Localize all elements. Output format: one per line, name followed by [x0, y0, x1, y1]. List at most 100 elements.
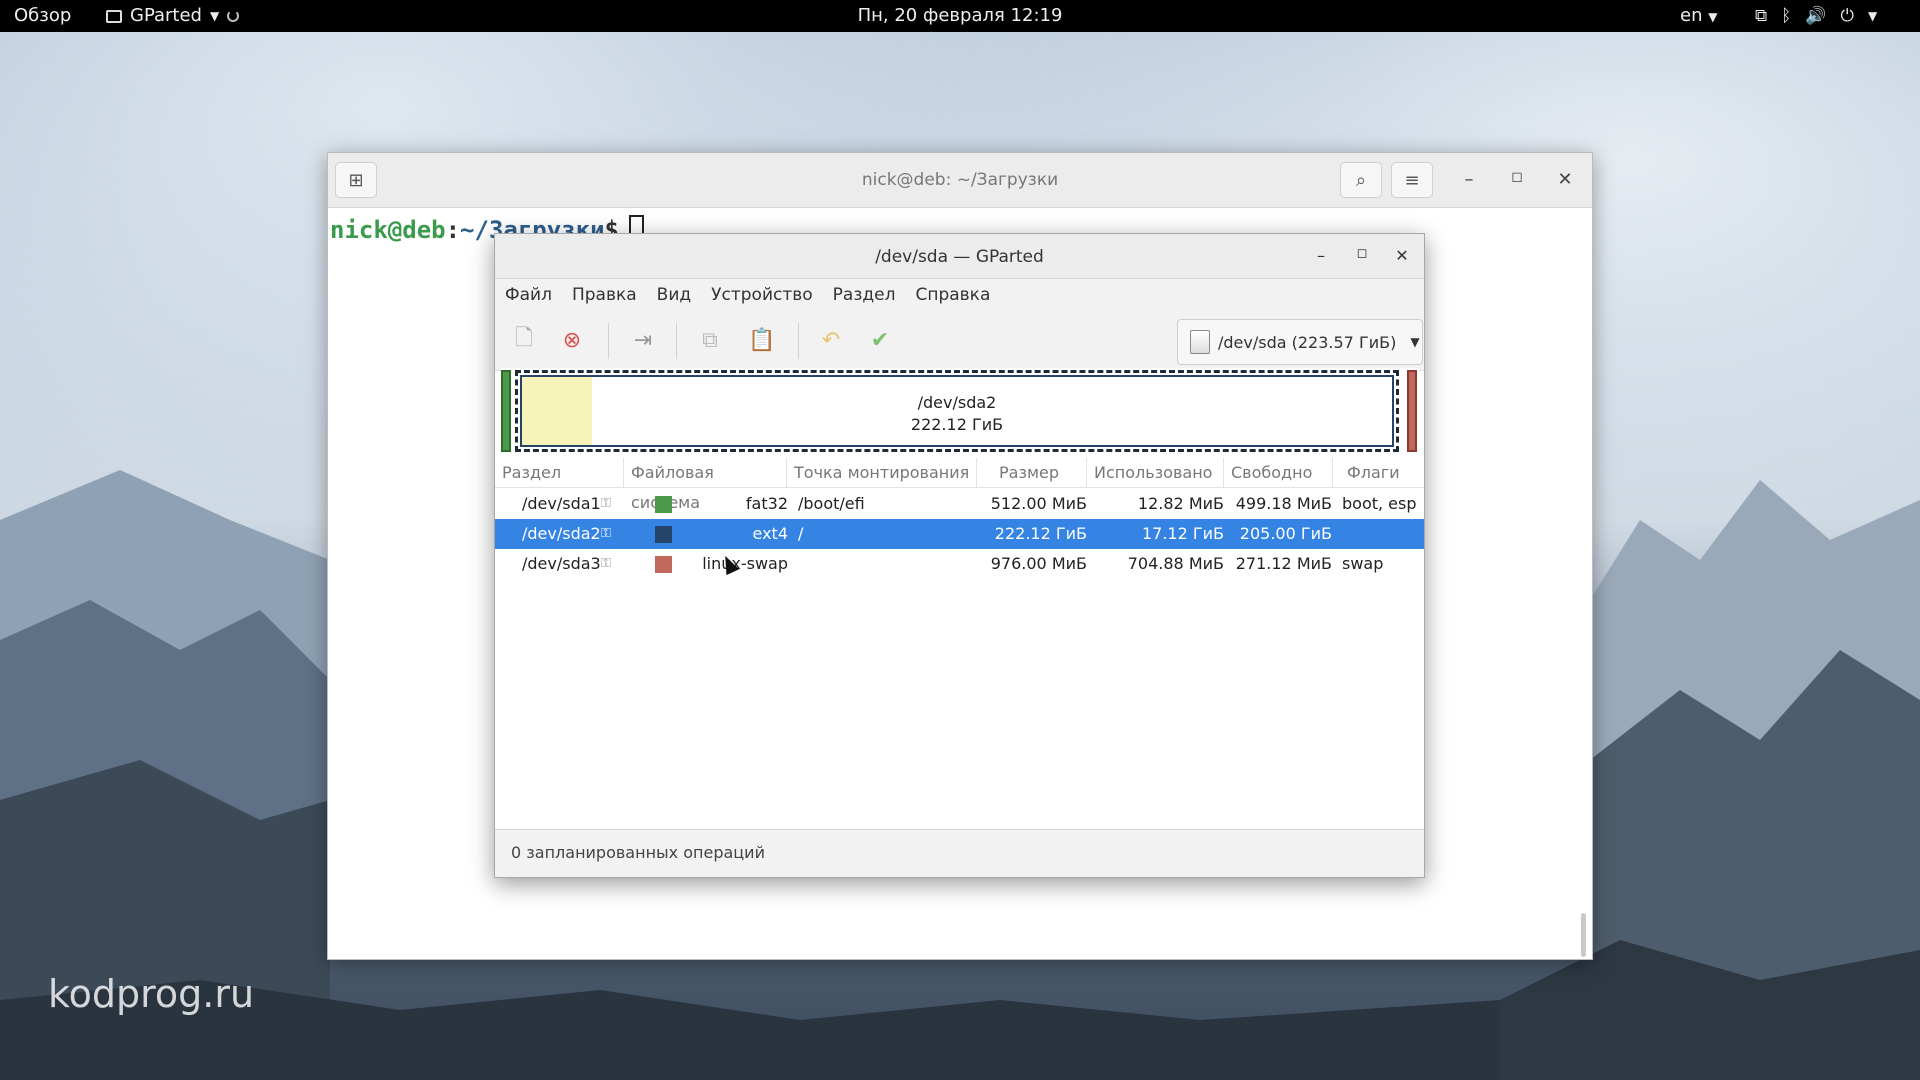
- hamburger-menu-icon: ≡: [1404, 169, 1420, 191]
- menu-partition[interactable]: Раздел: [823, 279, 906, 311]
- disk-map-segment-sda2[interactable]: /dev/sda2 222.12 ГиБ: [515, 370, 1399, 452]
- cell-size: 512.00 МиБ: [990, 494, 1087, 513]
- gparted-window[interactable]: /dev/sda — GParted – ◻ ✕ Файл Правка Вид…: [494, 233, 1425, 878]
- disk-map: /dev/sda2 222.12 ГиБ: [501, 368, 1419, 454]
- chevron-down-icon: ▼: [1708, 10, 1718, 24]
- mount-key-icon: ⚿: [601, 526, 611, 541]
- cell-partition: /dev/sda2: [522, 524, 601, 543]
- activities-button[interactable]: Обзор: [14, 0, 71, 32]
- status-bar: 0 запланированных операций: [495, 829, 1424, 877]
- disk-icon: [1190, 330, 1210, 354]
- cell-filesystem: ext4: [752, 524, 788, 543]
- copy-button[interactable]: ⧉: [695, 325, 725, 355]
- checkmark-icon: ✔: [870, 327, 890, 353]
- toolbar-separator: [676, 323, 677, 359]
- app-menu-button[interactable]: GParted ▼: [106, 0, 240, 32]
- filesystem-color-swatch: [655, 526, 672, 543]
- cell-filesystem: fat32: [745, 494, 788, 513]
- column-header-filesystem[interactable]: Файловая система: [624, 458, 787, 512]
- column-header-size[interactable]: Размер: [977, 458, 1087, 488]
- close-button[interactable]: ✕: [1554, 169, 1576, 190]
- column-header-free[interactable]: Свободно: [1224, 458, 1333, 488]
- cell-free: 271.12 МиБ: [1235, 554, 1332, 573]
- scrollbar[interactable]: [1581, 913, 1586, 957]
- menu-help[interactable]: Справка: [905, 279, 1000, 311]
- mount-key-icon: ⚿: [601, 556, 611, 571]
- cell-used: 704.88 МиБ: [1127, 554, 1224, 573]
- gparted-header: /dev/sda — GParted – ◻ ✕: [495, 234, 1424, 279]
- cell-free: 205.00 ГиБ: [1239, 524, 1332, 543]
- delete-partition-button[interactable]: ⊗: [557, 325, 587, 355]
- toolbar: 🗋 ⊗ ⇥ ⧉ 📋 ↶ ✔ /dev/sda (223.57 ГиБ) ▼: [495, 311, 1424, 371]
- menu-file[interactable]: Файл: [495, 279, 562, 311]
- cell-partition: /dev/sda1: [522, 494, 601, 513]
- gparted-title: /dev/sda — GParted: [875, 247, 1044, 267]
- partition-table-header: Раздел Файловая система Точка монтирован…: [495, 458, 1426, 512]
- cell-filesystem: linux-swap: [702, 554, 788, 573]
- apply-button[interactable]: ✔: [865, 325, 895, 355]
- maximize-button[interactable]: ◻: [1506, 169, 1528, 185]
- app-icon: [106, 9, 122, 23]
- device-selector-label: /dev/sda (223.57 ГиБ): [1218, 332, 1397, 352]
- system-status-area[interactable]: ⧉ ᛒ 🔊 ⏻ ▼: [1755, 0, 1877, 32]
- filesystem-color-swatch: [655, 556, 672, 573]
- menu-bar: Файл Правка Вид Устройство Раздел Справк…: [495, 279, 1424, 311]
- paste-button[interactable]: 📋: [747, 325, 777, 355]
- resize-move-button[interactable]: ⇥: [628, 325, 658, 355]
- column-header-partition[interactable]: Раздел: [495, 458, 624, 488]
- minimize-button[interactable]: –: [1311, 246, 1331, 265]
- column-header-flags[interactable]: Флаги: [1333, 458, 1426, 488]
- power-icon: ⏻: [1840, 6, 1854, 26]
- top-bar: Обзор GParted ▼ Пн, 20 февраля 12:19 en …: [0, 0, 1920, 32]
- toolbar-separator: [608, 323, 609, 359]
- prompt-user: nick@deb: [330, 216, 446, 244]
- minimize-button[interactable]: –: [1458, 169, 1480, 190]
- clock-label[interactable]: Пн, 20 февраля 12:19: [858, 5, 1063, 26]
- menu-button[interactable]: ≡: [1391, 162, 1433, 198]
- disk-map-partition-size: 222.12 ГиБ: [910, 415, 1004, 434]
- cell-mountpoint: /: [798, 524, 804, 543]
- chevron-down-icon: ▼: [1410, 335, 1420, 349]
- cell-free: 499.18 МиБ: [1235, 494, 1332, 513]
- cell-flags: swap: [1342, 554, 1384, 573]
- disk-map-partition-name: /dev/sda2: [917, 393, 997, 412]
- maximize-button[interactable]: ◻: [1352, 246, 1372, 261]
- cell-mountpoint: /boot/efi: [798, 494, 865, 513]
- paste-icon: 📋: [748, 327, 776, 353]
- disk-map-segment-sda2-inner: /dev/sda2 222.12 ГиБ: [520, 375, 1394, 447]
- device-selector[interactable]: /dev/sda (223.57 ГиБ) ▼: [1177, 319, 1423, 365]
- bluetooth-icon: ᛒ: [1781, 6, 1792, 26]
- prompt-separator: :: [445, 216, 461, 244]
- input-language-button[interactable]: en ▼: [1680, 0, 1717, 32]
- loading-spinner-icon: [227, 10, 240, 22]
- cell-size: 976.00 МиБ: [990, 554, 1087, 573]
- new-partition-button[interactable]: 🗋: [509, 325, 539, 355]
- menu-view[interactable]: Вид: [647, 279, 701, 311]
- table-row[interactable]: /dev/sda2 ⚿ ext4 / 222.12 ГиБ 17.12 ГиБ …: [495, 519, 1424, 549]
- toolbar-separator: [798, 323, 799, 359]
- filesystem-color-swatch: [655, 496, 672, 513]
- disk-map-segment-sda1[interactable]: [501, 370, 511, 452]
- chevron-down-icon: ▼: [209, 9, 220, 23]
- menu-device[interactable]: Устройство: [701, 279, 823, 311]
- table-row[interactable]: /dev/sda1 ⚿ fat32 /boot/efi 512.00 МиБ 1…: [495, 489, 1424, 519]
- column-header-mountpoint[interactable]: Точка монтирования: [787, 458, 977, 488]
- search-button[interactable]: ⌕: [1340, 162, 1382, 198]
- disk-map-segment-sda3[interactable]: [1407, 370, 1417, 452]
- undo-icon: ↶: [821, 327, 841, 353]
- new-partition-icon: 🗋: [515, 326, 533, 351]
- cell-size: 222.12 ГиБ: [994, 524, 1087, 543]
- cell-partition: /dev/sda3: [522, 554, 601, 573]
- mount-key-icon: ⚿: [601, 496, 611, 511]
- undo-button[interactable]: ↶: [816, 325, 846, 355]
- app-menu-label: GParted: [130, 5, 202, 26]
- chevron-down-icon: ▼: [1867, 9, 1878, 23]
- copy-icon: ⧉: [702, 327, 718, 353]
- close-button[interactable]: ✕: [1392, 246, 1412, 265]
- menu-edit[interactable]: Правка: [562, 279, 647, 311]
- column-header-used[interactable]: Использовано: [1087, 458, 1224, 488]
- resize-move-icon: ⇥: [633, 327, 653, 353]
- table-row[interactable]: /dev/sda3 ⚿ linux-swap 976.00 МиБ 704.88…: [495, 549, 1424, 579]
- search-icon: ⌕: [1355, 169, 1367, 191]
- volume-icon: 🔊: [1805, 6, 1827, 26]
